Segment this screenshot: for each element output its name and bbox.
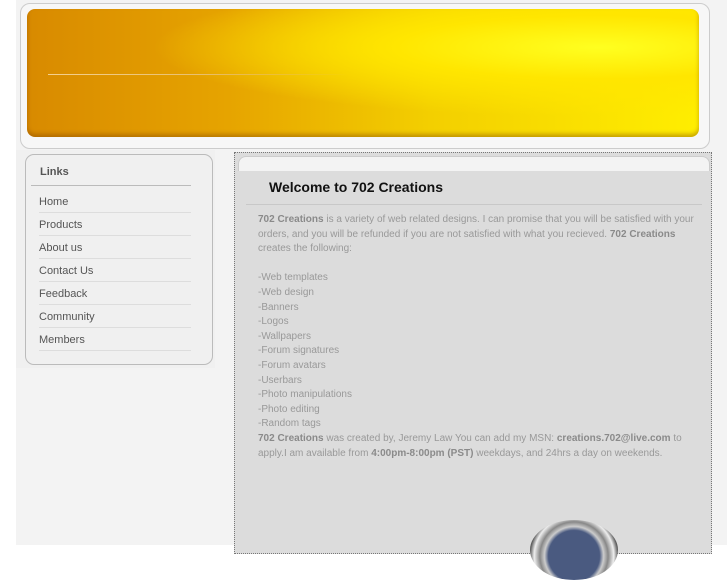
content-body: 702 Creations is a variety of web relate… (258, 213, 698, 461)
link-members[interactable]: Members (39, 328, 191, 351)
link-products[interactable]: Products (39, 213, 191, 236)
outro-text: was created by, Jeremy Law You can add m… (323, 432, 557, 444)
list-item: -Photo manipulations (258, 389, 352, 401)
list-item: -Wallpapers (258, 330, 311, 342)
divider (246, 204, 702, 205)
link-community[interactable]: Community (39, 305, 191, 328)
content-top (238, 156, 710, 171)
msn-address: creations.702@live.com (556, 432, 671, 444)
page-title: Welcome to 702 Creations (269, 179, 444, 195)
links-list: Home Products About us Contact Us Feedba… (39, 190, 191, 351)
links-title: Links (40, 166, 69, 178)
list-item: -Random tags (258, 418, 321, 430)
list-item: -Forum avatars (258, 359, 326, 371)
outro-text: weekdays, and 24hrs a day on weekends. (473, 447, 663, 459)
list-item: -Web templates (258, 272, 328, 284)
header-banner (27, 9, 699, 137)
list-item: -Logos (258, 316, 289, 328)
link-feedback[interactable]: Feedback (39, 282, 191, 305)
list-item: -Forum signatures (258, 345, 340, 357)
link-home[interactable]: Home (39, 190, 191, 213)
list-item: -Banners (258, 301, 299, 313)
hours-text: 4:00pm-8:00pm (PST) (371, 447, 474, 459)
brand-text: 702 Creations (609, 228, 676, 240)
brand-text: 702 Creations (258, 214, 324, 225)
decorative-orb-image (530, 520, 618, 580)
banner-line (48, 74, 348, 75)
list-item: -Userbars (258, 374, 302, 386)
intro-text: creates the following: (258, 243, 352, 255)
brand-text: 702 Creations (258, 432, 324, 444)
divider (31, 185, 191, 186)
list-item: -Photo editing (258, 403, 320, 415)
link-about-us[interactable]: About us (39, 236, 191, 259)
list-item: -Web design (258, 286, 314, 298)
link-contact-us[interactable]: Contact Us (39, 259, 191, 282)
